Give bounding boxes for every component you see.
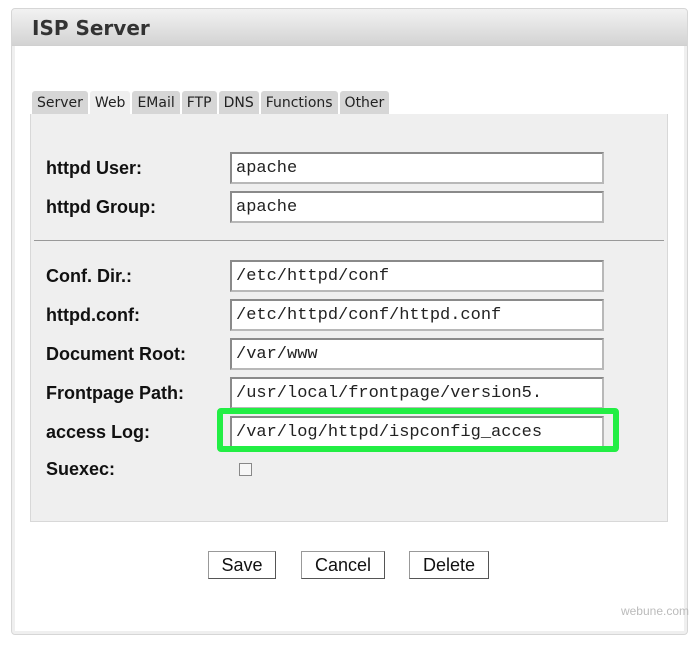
tab-functions[interactable]: Functions <box>260 91 338 115</box>
httpd-user-row: httpd User: <box>46 152 604 184</box>
tab-server[interactable]: Server <box>32 91 88 115</box>
httpd-user-label: httpd User: <box>46 157 142 178</box>
frontpage-path-label: Frontpage Path: <box>46 382 184 403</box>
suexec-checkbox[interactable] <box>239 463 252 476</box>
tab-email[interactable]: EMail <box>132 91 180 115</box>
frontpage-path-input[interactable] <box>230 377 604 409</box>
suexec-label: Suexec: <box>46 459 116 479</box>
access-log-input[interactable] <box>230 416 604 448</box>
tab-dns[interactable]: DNS <box>218 91 259 115</box>
httpd-user-input[interactable] <box>230 152 604 184</box>
httpd-conf-label: httpd.conf: <box>46 304 140 325</box>
httpd-conf-input[interactable] <box>230 299 604 331</box>
httpd-conf-row: httpd.conf: <box>46 299 604 331</box>
httpd-group-row: httpd Group: <box>46 191 604 223</box>
document-root-row: Document Root: <box>46 338 604 370</box>
suexec-row: Suexec: <box>46 459 252 480</box>
web-settings-panel: httpd User: httpd Group: Conf. Dir.: htt… <box>30 114 668 522</box>
watermark: webune.com <box>620 604 689 618</box>
cancel-button[interactable]: Cancel <box>301 551 385 579</box>
tab-bar: Server Web EMail FTP DNS Functions Other <box>32 91 390 115</box>
tab-web[interactable]: Web <box>89 91 131 115</box>
window-title: ISP Server <box>32 16 150 40</box>
access-log-row: access Log: <box>46 416 604 448</box>
conf-dir-input[interactable] <box>230 260 604 292</box>
section-divider <box>34 240 664 241</box>
title-bar: ISP Server <box>12 9 687 46</box>
conf-dir-row: Conf. Dir.: <box>46 260 604 292</box>
tab-ftp[interactable]: FTP <box>181 91 217 115</box>
frontpage-path-row: Frontpage Path: <box>46 377 604 409</box>
document-root-label: Document Root: <box>46 343 186 364</box>
conf-dir-label: Conf. Dir.: <box>46 265 132 286</box>
httpd-group-input[interactable] <box>230 191 604 223</box>
document-root-input[interactable] <box>230 338 604 370</box>
save-button[interactable]: Save <box>208 551 276 579</box>
delete-button[interactable]: Delete <box>409 551 489 579</box>
isp-server-window: ISP Server Server Web EMail FTP DNS Func… <box>11 8 688 635</box>
httpd-group-label: httpd Group: <box>46 196 156 217</box>
access-log-label: access Log: <box>46 421 151 442</box>
tab-other[interactable]: Other <box>339 91 390 115</box>
